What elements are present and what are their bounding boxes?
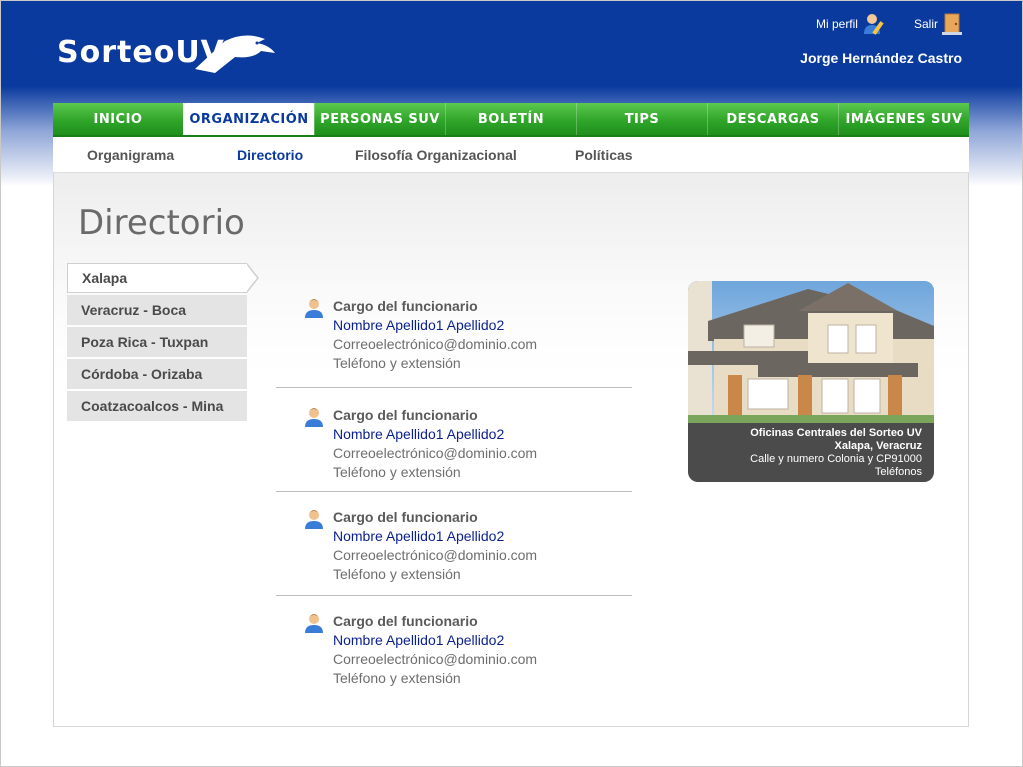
page-frame: SorteoUV Mi perfil Salir Jorge Hernández… [0, 0, 1023, 767]
sorteo-uv-logo[interactable]: SorteoUV [57, 29, 277, 81]
nav-item-inicio[interactable]: INICIO [53, 103, 183, 135]
directory-entry: Cargo del funcionario Nombre Apellido1 A… [276, 491, 632, 595]
page-title: Directorio [78, 203, 245, 243]
entry-name: Nombre Apellido1 Apellido2 [333, 317, 505, 333]
entry-email[interactable]: Correoelectrónico@dominio.com [333, 335, 632, 354]
nav-item-tips[interactable]: TIPS [576, 103, 707, 135]
entry-position: Cargo del funcionario [333, 509, 478, 525]
subnav-politicas[interactable]: Políticas [575, 147, 633, 163]
office-title: Oficinas Centrales del Sorteo UV [750, 427, 922, 439]
office-card: Oficinas Centrales del Sorteo UV Xalapa,… [688, 281, 934, 482]
entry-position: Cargo del funcionario [333, 298, 478, 314]
profile-link[interactable]: Mi perfil [816, 13, 888, 35]
subnav-directorio[interactable]: Directorio [237, 147, 303, 163]
directory-list: Cargo del funcionario Nombre Apellido1 A… [276, 283, 632, 699]
top-links: Mi perfil Salir [816, 13, 962, 35]
user-name: Jorge Hernández Castro [800, 50, 962, 66]
person-icon [305, 510, 323, 529]
office-caption: Oficinas Centrales del Sorteo UV Xalapa,… [750, 427, 922, 479]
entry-name: Nombre Apellido1 Apellido2 [333, 632, 505, 648]
person-icon [305, 408, 323, 427]
entry-email[interactable]: Correoelectrónico@dominio.com [333, 650, 632, 669]
subnav-filosofia-organizacional[interactable]: Filosofía Organizacional [355, 147, 517, 163]
city-list: Xalapa Veracruz - Boca Poza Rica - Tuxpa… [67, 263, 259, 423]
entry-phone: Teléfono y extensión [333, 566, 461, 582]
nav-item-boletin[interactable]: BOLETÍN [445, 103, 576, 135]
nav-item-organizacion[interactable]: ORGANIZACIÓN [183, 103, 314, 135]
nav-item-descargas[interactable]: DESCARGAS [707, 103, 838, 135]
entry-name: Nombre Apellido1 Apellido2 [333, 528, 505, 544]
entry-email[interactable]: Correoelectrónico@dominio.com [333, 444, 632, 463]
nav-item-personas-suv[interactable]: PERSONAS SUV [314, 103, 445, 135]
city-tab-veracruz-boca[interactable]: Veracruz - Boca [67, 295, 247, 325]
city-tab-poza-rica-tuxpan[interactable]: Poza Rica - Tuxpan [67, 327, 247, 357]
logout-link[interactable]: Salir [914, 13, 962, 35]
office-phones: Teléfonos [874, 466, 922, 478]
subnav-organigrama[interactable]: Organigrama [87, 147, 174, 163]
nav-item-imagenes-suv[interactable]: IMÁGENES SUV [838, 103, 969, 135]
entry-position: Cargo del funcionario [333, 407, 478, 423]
directory-entry: Cargo del funcionario Nombre Apellido1 A… [276, 595, 632, 699]
person-icon [305, 614, 323, 633]
profile-link-label: Mi perfil [815, 17, 858, 31]
user-pencil-icon [863, 14, 884, 35]
city-tab-coatzacoalcos-mina[interactable]: Coatzacoalcos - Mina [67, 391, 247, 421]
office-building-photo [688, 281, 934, 423]
entry-phone: Teléfono y extensión [333, 355, 461, 371]
content-panel: Directorio Xalapa Veracruz - Boca Poza R… [53, 173, 969, 727]
city-tab-cordoba-orizaba[interactable]: Córdoba - Orizaba [67, 359, 247, 389]
person-icon [305, 299, 323, 318]
entry-position: Cargo del funcionario [333, 613, 478, 629]
main-nav: INICIO ORGANIZACIÓN PERSONAS SUV BOLETÍN… [53, 103, 969, 137]
entry-name: Nombre Apellido1 Apellido2 [333, 426, 505, 442]
entry-phone: Teléfono y extensión [333, 464, 461, 480]
eagle-icon [195, 35, 275, 73]
door-icon [942, 13, 962, 35]
directory-entry: Cargo del funcionario Nombre Apellido1 A… [276, 387, 632, 491]
logout-link-label: Salir [913, 17, 938, 31]
directory-entry: Cargo del funcionario Nombre Apellido1 A… [276, 283, 632, 387]
office-city: Xalapa, Veracruz [834, 440, 922, 452]
city-tab-xalapa[interactable]: Xalapa [67, 263, 259, 293]
office-address: Calle y numero Colonia y CP91000 [750, 453, 922, 465]
entry-email[interactable]: Correoelectrónico@dominio.com [333, 546, 632, 565]
entry-phone: Teléfono y extensión [333, 670, 461, 686]
sub-nav: Organigrama Directorio Filosofía Organiz… [53, 137, 969, 173]
